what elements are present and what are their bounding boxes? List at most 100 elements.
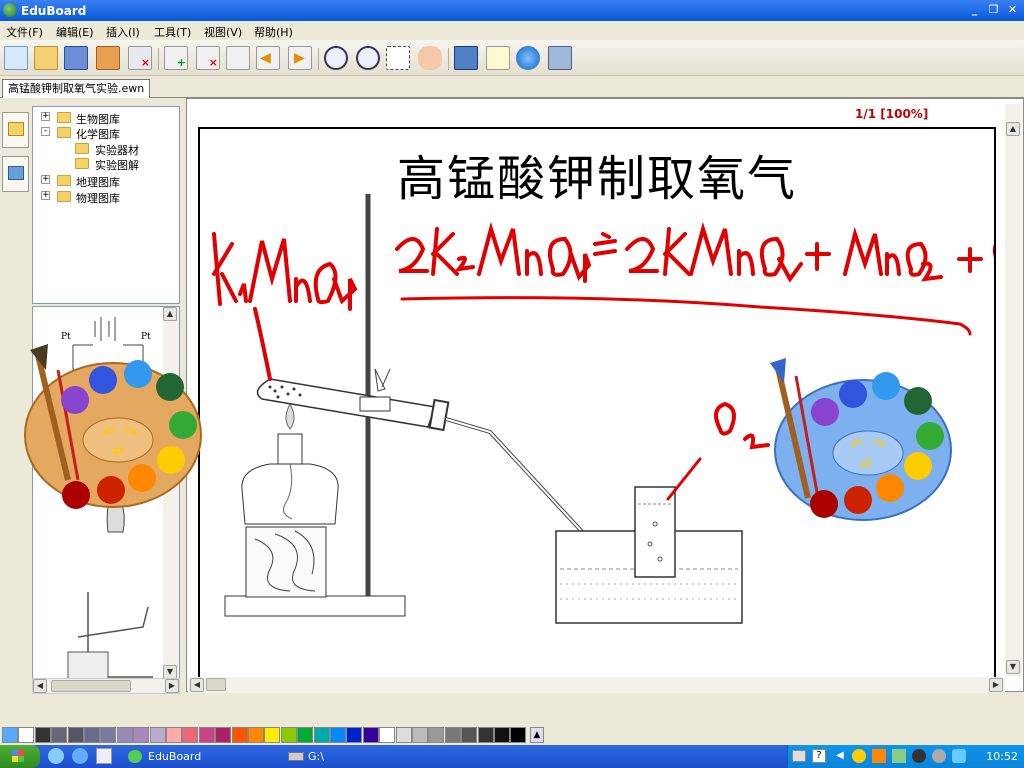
color-swatch[interactable] <box>494 727 510 743</box>
speaker-icon[interactable] <box>912 749 926 763</box>
color-swatch[interactable] <box>395 727 412 743</box>
browser-icon[interactable] <box>516 46 540 70</box>
close-icon[interactable]: ✕ <box>1005 4 1020 17</box>
scroll-left-icon[interactable]: ◀ <box>190 678 204 692</box>
browser-quicklaunch-icon[interactable] <box>72 748 88 764</box>
canvas-horizontal-scrollbar[interactable]: ◀ ▶ <box>188 677 1005 693</box>
video-record-icon[interactable] <box>454 46 478 70</box>
security-shield-icon[interactable] <box>952 749 966 763</box>
minimize-icon[interactable]: _ <box>967 4 982 17</box>
new-page-icon[interactable] <box>4 46 28 70</box>
keyboard-icon[interactable] <box>792 750 806 762</box>
scroll-up-icon[interactable]: ▲ <box>1006 122 1020 136</box>
desktop-quicklaunch-icon[interactable] <box>96 748 112 764</box>
color-swatch[interactable] <box>2 727 18 743</box>
svg-text:↷: ↷ <box>872 435 886 454</box>
color-swatch[interactable] <box>461 727 478 743</box>
color-swatch[interactable] <box>51 727 68 743</box>
color-swatch[interactable] <box>34 727 51 743</box>
color-swatch[interactable] <box>215 727 232 743</box>
zoom-out-icon[interactable] <box>324 46 348 70</box>
color-swatch[interactable] <box>346 727 363 743</box>
collapse-icon[interactable]: - <box>41 127 50 136</box>
ie-quicklaunch-icon[interactable] <box>48 748 64 764</box>
screen-capture-icon[interactable] <box>548 46 572 70</box>
color-swatch[interactable] <box>280 727 297 743</box>
restore-icon[interactable]: ❐ <box>986 4 1001 17</box>
color-swatch[interactable] <box>84 727 100 743</box>
color-swatch[interactable] <box>116 727 133 743</box>
edit-page-icon[interactable] <box>226 46 250 70</box>
color-swatch[interactable] <box>198 727 215 743</box>
prev-page-icon[interactable]: ◀ <box>256 46 280 70</box>
page-indicator: 1/1 [100%] <box>855 107 929 121</box>
menu-tools[interactable]: 工具(T) <box>154 24 191 40</box>
close-file-icon[interactable]: × <box>128 46 152 70</box>
expand-icon[interactable]: + <box>41 191 50 200</box>
scroll-right-icon[interactable]: ▶ <box>989 678 1003 692</box>
color-swatch[interactable] <box>166 727 182 743</box>
color-swatch[interactable] <box>248 727 264 743</box>
tray-misc-icon[interactable] <box>932 749 946 763</box>
delete-page-icon[interactable]: × <box>196 46 220 70</box>
color-swatch[interactable] <box>149 727 166 743</box>
image-library-button[interactable] <box>2 156 29 192</box>
layer-icon <box>904 387 932 415</box>
color-swatch[interactable] <box>379 727 396 743</box>
color-swatch[interactable] <box>133 727 150 743</box>
color-swatch[interactable] <box>182 727 199 743</box>
open-folder-icon[interactable] <box>34 46 58 70</box>
color-swatch[interactable] <box>18 727 35 743</box>
color-swatch[interactable] <box>444 727 461 743</box>
scroll-thumb[interactable] <box>51 680 131 692</box>
notepad-icon[interactable] <box>486 46 510 70</box>
zoom-in-icon[interactable] <box>356 46 380 70</box>
scroll-left-icon[interactable]: ◀ <box>33 679 47 693</box>
help-icon[interactable]: ? <box>812 749 826 763</box>
color-swatch[interactable] <box>313 727 330 743</box>
color-swatch[interactable] <box>477 727 494 743</box>
folder-library-button[interactable] <box>2 112 29 148</box>
floating-tool-palette-left[interactable]: ↶ ↷ ⇄ <box>18 340 203 525</box>
scroll-thumb[interactable] <box>206 678 226 691</box>
start-button[interactable] <box>0 745 40 768</box>
tray-collapse-icon[interactable]: ◀ <box>836 750 844 761</box>
next-page-icon[interactable]: ▶ <box>288 46 312 70</box>
scroll-right-icon[interactable]: ▶ <box>165 679 179 693</box>
scroll-down-icon[interactable]: ▼ <box>163 665 177 679</box>
folder-icon <box>57 112 71 123</box>
color-swatch[interactable] <box>297 727 314 743</box>
eraser-icon <box>61 386 89 414</box>
color-swatch[interactable] <box>264 727 281 743</box>
expand-icon[interactable]: + <box>41 175 50 184</box>
menu-insert[interactable]: 插入(I) <box>106 24 140 40</box>
menu-file[interactable]: 文件(F) <box>6 24 43 40</box>
menu-edit[interactable]: 编辑(E) <box>56 24 94 40</box>
color-swatch[interactable] <box>362 727 379 743</box>
canvas-vertical-scrollbar[interactable]: ▲ ▼ <box>1005 104 1022 676</box>
floating-tool-palette-right[interactable]: ↶ ↷ ⇄ <box>768 358 953 530</box>
save-as-icon[interactable] <box>96 46 120 70</box>
save-icon[interactable] <box>64 46 88 70</box>
tray-app-icon[interactable] <box>872 749 886 763</box>
color-swatch[interactable] <box>428 727 445 743</box>
color-swatch[interactable] <box>412 727 428 743</box>
color-swatch[interactable] <box>231 727 248 743</box>
hand-pan-icon[interactable] <box>418 46 442 70</box>
menu-help[interactable]: 帮助(H) <box>254 24 293 40</box>
menu-view[interactable]: 视图(V) <box>204 24 242 40</box>
scroll-down-icon[interactable]: ▼ <box>1006 660 1020 674</box>
fit-screen-icon[interactable] <box>386 46 410 70</box>
color-swatch[interactable] <box>510 727 527 743</box>
color-swatch[interactable] <box>100 727 117 743</box>
qq-icon[interactable] <box>852 749 866 763</box>
scroll-up-icon[interactable]: ▲ <box>163 307 177 321</box>
document-tab[interactable]: 高锰酸钾制取氧气实验.ewn <box>2 79 151 98</box>
color-swatch[interactable] <box>330 727 346 743</box>
network-icon[interactable] <box>892 749 906 763</box>
palette-expand-icon[interactable]: ▲ <box>530 727 544 743</box>
color-swatch[interactable] <box>67 727 84 743</box>
add-page-icon[interactable]: + <box>164 46 188 70</box>
preview-horizontal-scrollbar[interactable]: ◀ ▶ <box>32 678 180 694</box>
expand-icon[interactable]: + <box>41 112 50 121</box>
